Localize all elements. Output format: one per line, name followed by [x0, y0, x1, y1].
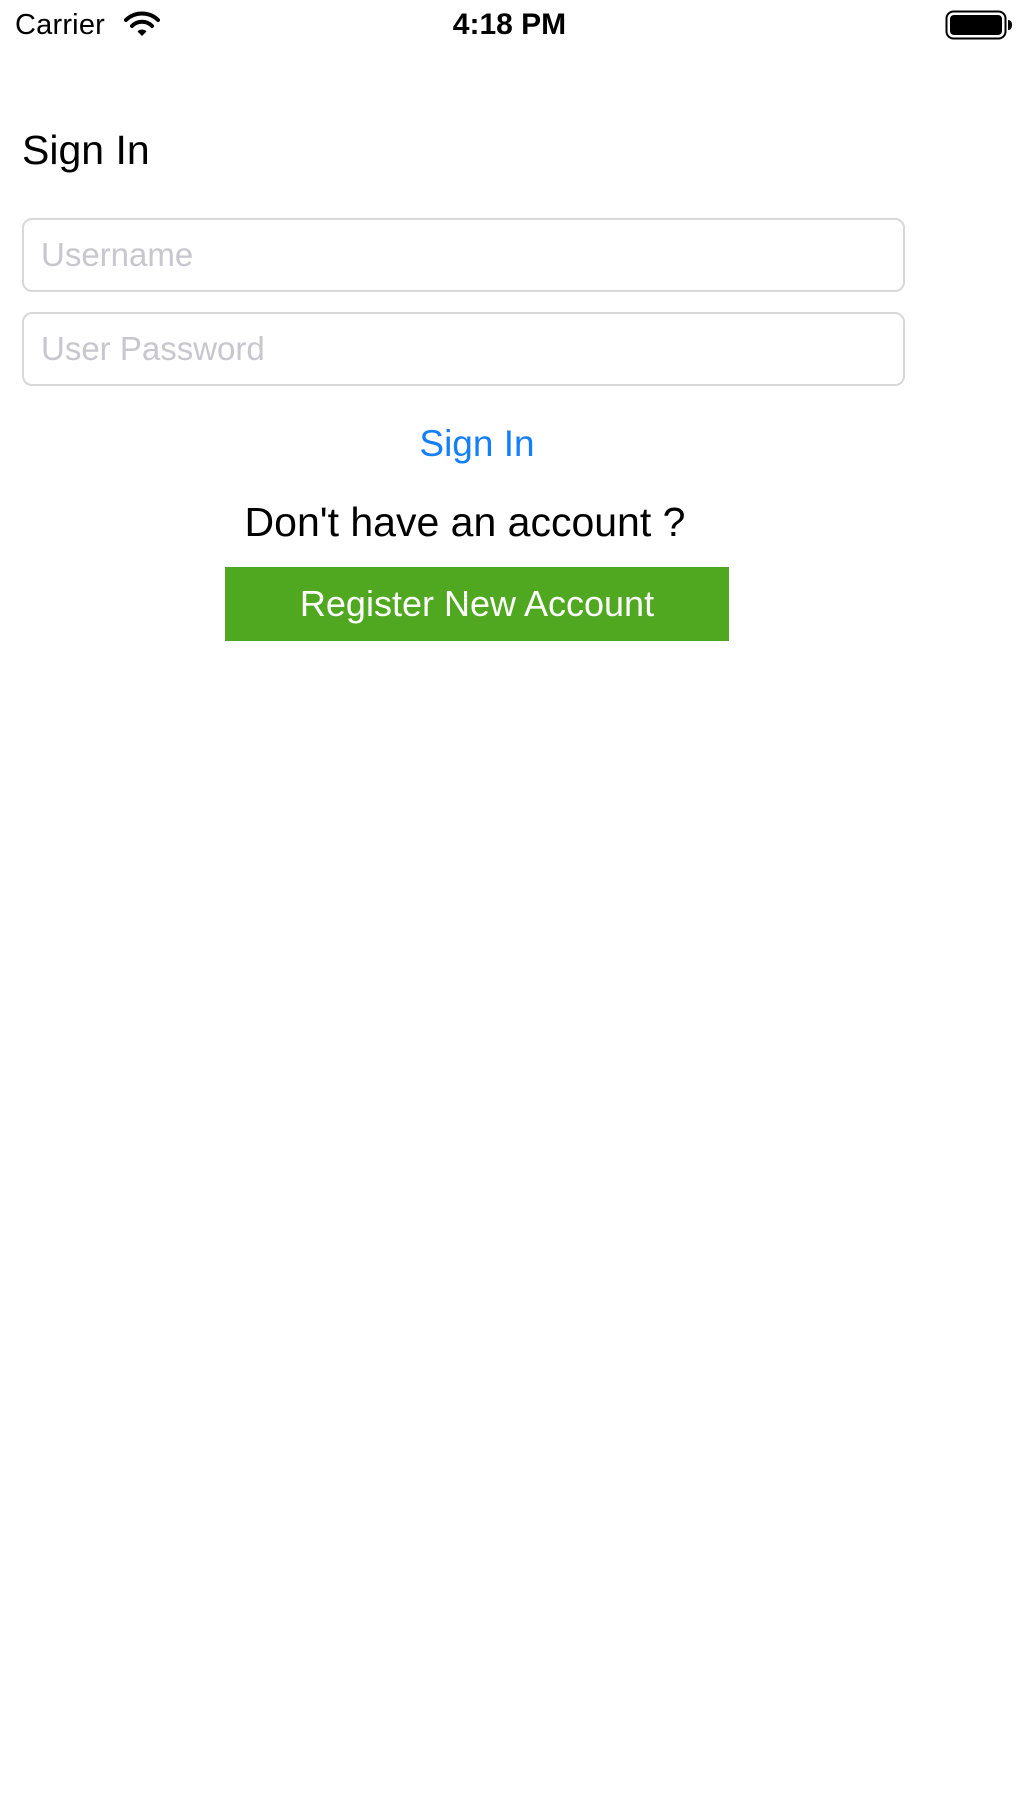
- page-title: Sign In: [22, 127, 150, 173]
- register-new-account-button[interactable]: Register New Account: [225, 567, 729, 641]
- clock: 4:18 PM: [452, 8, 567, 41]
- status-bar: Carrier 4:18 PM: [0, 0, 1019, 50]
- no-account-text: Don't have an account ?: [244, 499, 686, 545]
- battery-icon: [945, 10, 1013, 40]
- username-field[interactable]: [22, 218, 905, 292]
- password-field[interactable]: [22, 312, 905, 386]
- sign-in-button[interactable]: Sign In: [370, 416, 584, 472]
